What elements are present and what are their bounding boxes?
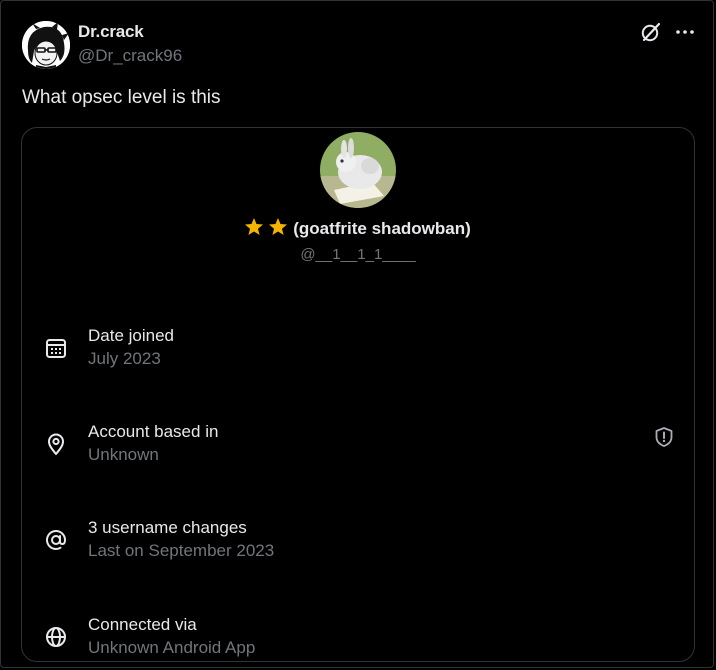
profile-picture: [320, 132, 396, 208]
info-value: Last on September 2023: [88, 541, 275, 560]
author-name[interactable]: Dr.crack: [78, 22, 144, 42]
star-icon: [245, 218, 289, 241]
location-pin-icon: [44, 432, 68, 456]
profile-display-name: (goatfrite shadowban): [293, 219, 471, 238]
author-avatar[interactable]: [22, 21, 70, 69]
embedded-media-card[interactable]: (goatfrite shadowban) @__1__1_1____ Date…: [21, 127, 695, 662]
info-title: 3 username changes: [88, 518, 247, 537]
shield-alert-icon[interactable]: [653, 426, 675, 448]
more-options-icon[interactable]: [674, 22, 696, 42]
author-handle[interactable]: @Dr_crack96: [78, 46, 182, 66]
info-row-date-joined: Date joined July 2023: [22, 326, 694, 376]
info-title: Connected via: [88, 615, 197, 634]
at-sign-icon: [44, 528, 68, 552]
info-row-account-based-in: Account based in Unknown: [22, 422, 694, 472]
info-row-connected-via: Connected via Unknown Android App: [22, 615, 694, 661]
calendar-icon: [44, 336, 68, 360]
globe-icon: [44, 625, 68, 649]
post-text: What opsec level is this: [22, 87, 221, 108]
info-row-username-changes: 3 username changes Last on September 202…: [22, 518, 694, 568]
profile-handle: @__1__1_1____: [300, 246, 416, 263]
info-value: Unknown Android App: [88, 638, 256, 657]
profile-name-row: (goatfrite shadowban): [22, 218, 694, 241]
grok-icon[interactable]: [640, 21, 662, 43]
info-value: Unknown: [88, 445, 159, 464]
info-value: July 2023: [88, 349, 161, 368]
info-title: Account based in: [88, 422, 219, 441]
info-title: Date joined: [88, 326, 175, 345]
